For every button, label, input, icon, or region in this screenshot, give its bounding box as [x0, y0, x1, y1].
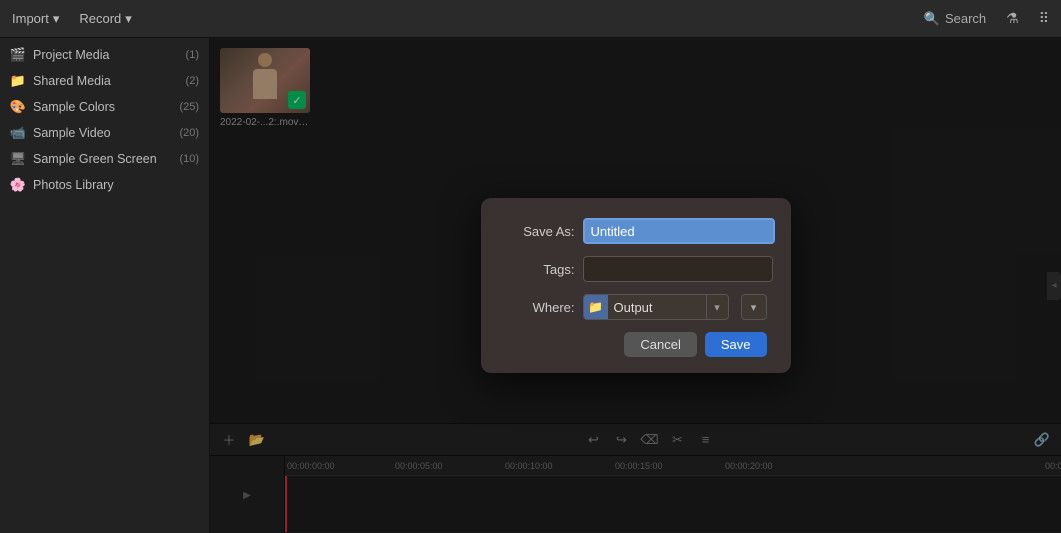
- shared-media-icon: 📁: [10, 73, 26, 89]
- content-area: ◂ ✓ 2022-02-...2:.mov_2_0: [210, 38, 1061, 533]
- project-media-icon: 🎬: [10, 47, 26, 63]
- tags-row: Tags:: [505, 256, 767, 282]
- sidebar-label-project-media: Project Media: [33, 48, 179, 62]
- where-dropdown-arrow[interactable]: ▾: [706, 295, 728, 319]
- dialog-overlay: Save As: Tags: Where: 📁 Output ▾ ▾: [210, 38, 1061, 533]
- sample-video-icon: 📹: [10, 125, 26, 141]
- sidebar-count-shared-media: (2): [186, 75, 199, 87]
- import-chevron: ▾: [53, 11, 60, 27]
- save-as-row: Save As:: [505, 218, 767, 244]
- sidebar-label-shared-media: Shared Media: [33, 74, 179, 88]
- where-expand-button[interactable]: ▾: [741, 294, 767, 320]
- sidebar-label-sample-green-screen: Sample Green Screen: [33, 152, 172, 166]
- import-label: Import: [12, 11, 49, 26]
- sidebar-label-photos-library: Photos Library: [33, 178, 192, 192]
- save-dialog: Save As: Tags: Where: 📁 Output ▾ ▾: [481, 198, 791, 373]
- sidebar-item-photos-library[interactable]: 🌸 Photos Library: [0, 172, 209, 198]
- sidebar-item-project-media[interactable]: 🎬 Project Media (1): [0, 42, 209, 68]
- sidebar-count-sample-video: (20): [179, 127, 199, 139]
- cancel-button[interactable]: Cancel: [624, 332, 696, 357]
- record-chevron: ▾: [125, 11, 132, 27]
- save-button[interactable]: Save: [705, 332, 767, 357]
- import-button[interactable]: Import ▾: [12, 11, 59, 27]
- sidebar-count-sample-green-screen: (10): [179, 153, 199, 165]
- sample-green-screen-icon: 🖥: [10, 151, 26, 167]
- sidebar-label-sample-video: Sample Video: [33, 126, 172, 140]
- filename-input[interactable]: [583, 218, 775, 244]
- filter-icon[interactable]: ⚗: [1006, 10, 1019, 27]
- search-icon: 🔍: [924, 11, 940, 27]
- sidebar: 🎬 Project Media (1) 📁 Shared Media (2) 🎨…: [0, 38, 210, 533]
- sidebar-item-sample-colors[interactable]: 🎨 Sample Colors (25): [0, 94, 209, 120]
- sidebar-item-sample-video[interactable]: 📹 Sample Video (20): [0, 120, 209, 146]
- where-select[interactable]: 📁 Output ▾: [583, 294, 729, 320]
- where-label: Where:: [505, 300, 575, 315]
- record-label: Record: [79, 11, 121, 26]
- grid-icon[interactable]: ⠿: [1039, 10, 1049, 27]
- search-label: Search: [945, 11, 986, 26]
- main-layout: 🎬 Project Media (1) 📁 Shared Media (2) 🎨…: [0, 38, 1061, 533]
- sidebar-item-shared-media[interactable]: 📁 Shared Media (2): [0, 68, 209, 94]
- sample-colors-icon: 🎨: [10, 99, 26, 115]
- sidebar-label-sample-colors: Sample Colors: [33, 100, 172, 114]
- folder-icon: 📁: [584, 295, 608, 319]
- where-row: Where: 📁 Output ▾ ▾: [505, 294, 767, 320]
- record-button[interactable]: Record ▾: [79, 11, 131, 27]
- tags-label: Tags:: [505, 262, 575, 277]
- dialog-buttons: Cancel Save: [505, 332, 767, 357]
- where-value: Output: [608, 300, 706, 315]
- photos-library-icon: 🌸: [10, 177, 26, 193]
- sidebar-count-project-media: (1): [186, 49, 199, 61]
- save-as-label: Save As:: [505, 224, 575, 239]
- search-button[interactable]: 🔍 Search: [924, 11, 986, 27]
- sidebar-item-sample-green-screen[interactable]: 🖥 Sample Green Screen (10): [0, 146, 209, 172]
- sidebar-count-sample-colors: (25): [179, 101, 199, 113]
- tags-input[interactable]: [583, 256, 773, 282]
- top-toolbar: Import ▾ Record ▾ 🔍 Search ⚗ ⠿: [0, 0, 1061, 38]
